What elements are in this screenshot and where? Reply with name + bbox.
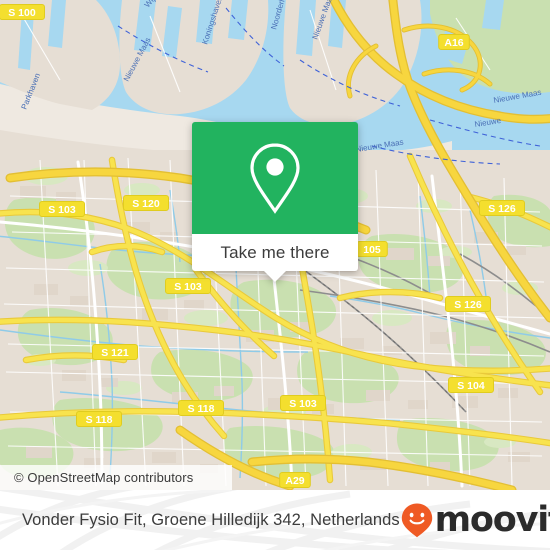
map-marker-popup[interactable]: Take me there — [192, 122, 358, 282]
road-shield-label: S 118 — [86, 414, 113, 426]
road-shield: S 103 — [39, 201, 85, 217]
popup-header — [192, 122, 358, 234]
road-shield: S 118 — [76, 411, 122, 427]
road-shield: A16 — [438, 34, 470, 50]
road-shield-label: S 120 — [132, 198, 160, 210]
road-shield-label: S 103 — [48, 204, 76, 216]
osm-attribution[interactable]: © OpenStreetMap contributors — [0, 465, 232, 490]
moovit-map-screenshot: .wtr { fill:#a7d8f0; } .prk { fill:#c9e0… — [0, 0, 550, 550]
moovit-smiling-pin-icon — [401, 503, 432, 538]
popup-tail-arrow — [264, 271, 286, 282]
road-shield-label: S 126 — [488, 203, 516, 215]
road-shield-label: S 103 — [174, 281, 202, 293]
road-shield-label: S 100 — [8, 7, 36, 19]
road-shield-label: 105 — [363, 244, 381, 256]
road-shield: S 104 — [448, 377, 494, 393]
road-shield-label: S 104 — [457, 380, 485, 392]
moovit-wordmark: moovit — [434, 499, 550, 540]
road-shield: A29 — [279, 472, 311, 488]
road-shield-label: S 126 — [454, 299, 482, 311]
road-shield: S 103 — [165, 278, 211, 294]
place-address-label: Vonder Fysio Fit, Groene Hilledijk 342, … — [22, 510, 400, 529]
road-shield: S 100 — [0, 4, 45, 20]
road-shield-label: S 121 — [101, 347, 129, 359]
road-shield: S 121 — [92, 344, 138, 360]
road-shield: S 103 — [280, 395, 326, 411]
footer-bar: Vonder Fysio Fit, Groene Hilledijk 342, … — [0, 490, 550, 550]
road-shield-label: S 118 — [188, 403, 215, 415]
road-shield-label: S 103 — [289, 398, 317, 410]
location-pin-outline-icon — [250, 143, 300, 214]
road-shield: S 118 — [178, 400, 224, 416]
footer-content: Vonder Fysio Fit, Groene Hilledijk 342, … — [0, 490, 550, 550]
take-me-there-label: Take me there — [220, 242, 330, 262]
road-shield-label: A16 — [444, 37, 463, 49]
popup-action-bar[interactable]: Take me there — [192, 234, 358, 282]
road-shield-label: A29 — [285, 475, 304, 487]
road-shield: S 126 — [479, 200, 525, 216]
road-shield: S 126 — [445, 296, 491, 312]
road-shield: 105 — [356, 241, 388, 257]
road-shield: S 120 — [123, 195, 169, 211]
moovit-brand[interactable]: moovit — [400, 502, 550, 538]
osm-attribution-text: © OpenStreetMap contributors — [14, 470, 194, 485]
